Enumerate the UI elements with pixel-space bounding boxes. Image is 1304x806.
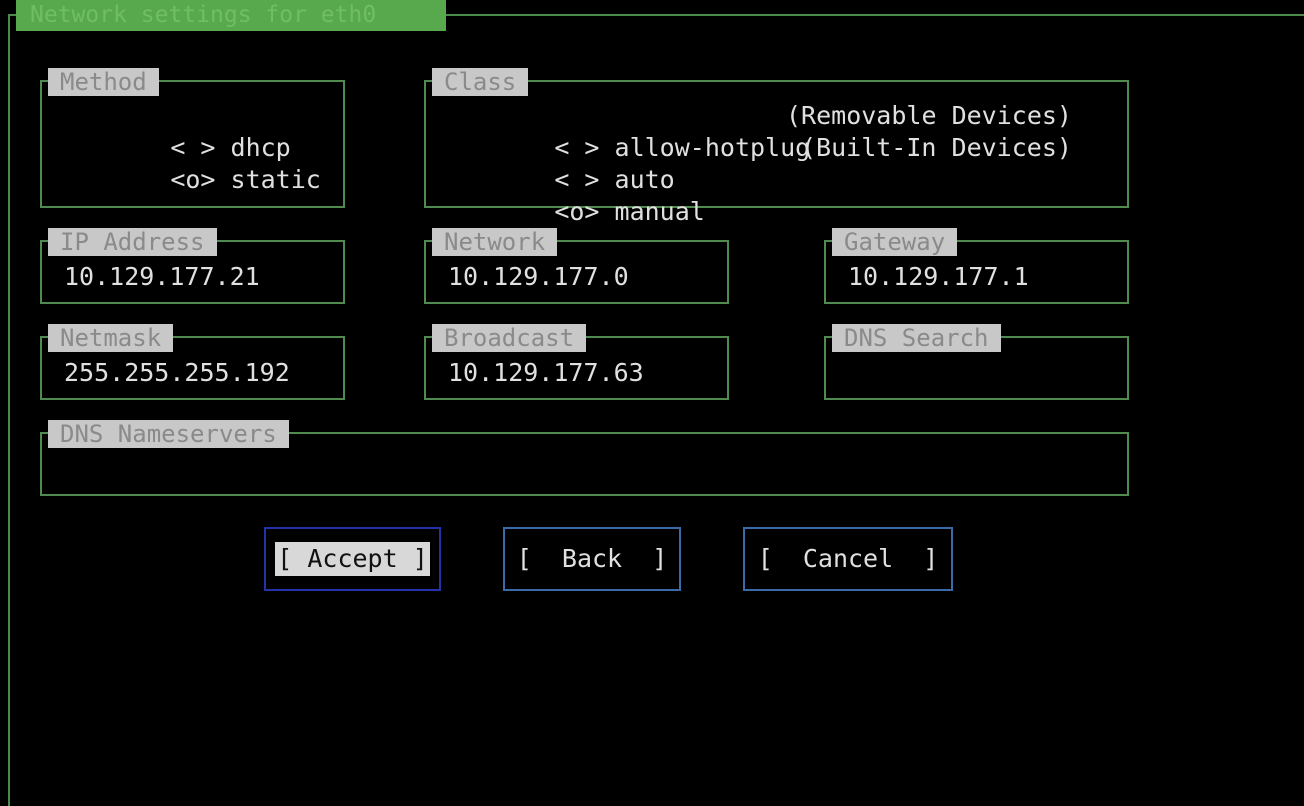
broadcast-input[interactable]: 10.129.177.63 <box>448 358 644 388</box>
ip-address-label: IP Address <box>48 228 217 256</box>
radio-selected-icon[interactable]: <o> <box>170 164 215 196</box>
gateway-label: Gateway <box>832 228 958 256</box>
method-option-label: static <box>230 165 321 194</box>
gateway-input[interactable]: 10.129.177.1 <box>848 262 1029 292</box>
dialog-title: Network settings for eth0 <box>16 0 446 31</box>
cancel-button-label: [ Cancel ] <box>757 544 939 573</box>
class-option-label: manual <box>614 197 705 226</box>
broadcast-field[interactable]: Broadcast 10.129.177.63 <box>424 324 729 400</box>
gateway-field[interactable]: Gateway 10.129.177.1 <box>824 228 1129 304</box>
dns-nameservers-label: DNS Nameservers <box>48 420 289 448</box>
class-option-note: (Built-In Devices) <box>801 133 1072 162</box>
accept-button[interactable]: [ Accept ] <box>264 527 441 591</box>
back-button-label: [ Back ] <box>516 544 668 573</box>
netmask-input[interactable]: 255.255.255.192 <box>64 358 290 388</box>
dns-search-label: DNS Search <box>832 324 1001 352</box>
method-label: Method <box>48 68 159 96</box>
class-group: Class < > allow-hotplug (Removable Devic… <box>424 68 1129 226</box>
method-group: Method < > dhcp <o> static <box>40 68 345 208</box>
back-button[interactable]: [ Back ] <box>503 527 681 591</box>
dns-nameservers-field[interactable]: DNS Nameservers <box>40 420 1129 496</box>
ip-address-input[interactable]: 10.129.177.21 <box>64 262 260 292</box>
network-label: Network <box>432 228 558 256</box>
network-input[interactable]: 10.129.177.0 <box>448 262 629 292</box>
accept-button-label: [ Accept ] <box>275 542 430 576</box>
netmask-label: Netmask <box>48 324 174 352</box>
radio-selected-icon[interactable]: <o> <box>554 196 599 228</box>
network-settings-dialog: Network settings for eth0 Method < > dhc… <box>0 0 1304 806</box>
ip-address-field[interactable]: IP Address 10.129.177.21 <box>40 228 345 304</box>
network-field[interactable]: Network 10.129.177.0 <box>424 228 729 304</box>
dns-search-field[interactable]: DNS Search <box>824 324 1129 400</box>
cancel-button[interactable]: [ Cancel ] <box>743 527 953 591</box>
class-label: Class <box>432 68 529 96</box>
class-option-note: (Removable Devices) <box>786 101 1072 130</box>
method-option-static[interactable]: <o> static <box>80 132 321 228</box>
netmask-field[interactable]: Netmask 255.255.255.192 <box>40 324 345 400</box>
broadcast-label: Broadcast <box>432 324 587 352</box>
